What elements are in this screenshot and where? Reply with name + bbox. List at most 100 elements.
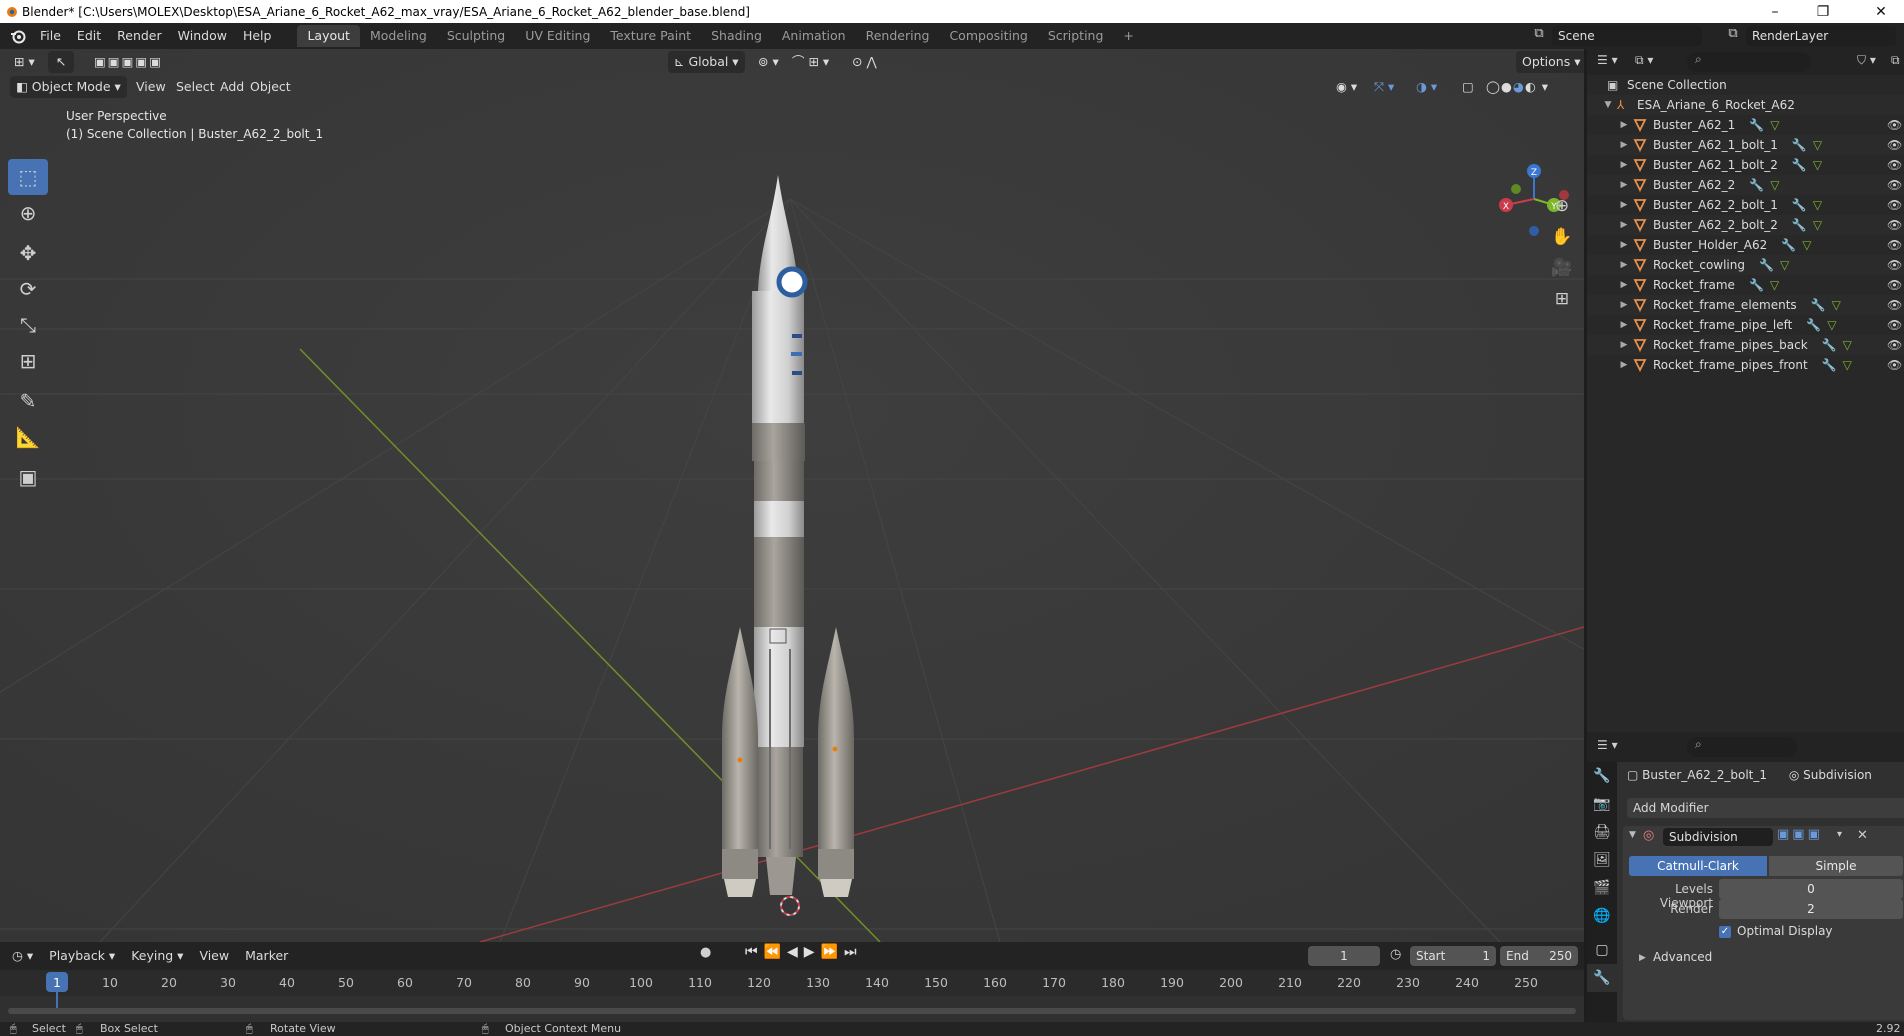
options-dropdown[interactable]: Options ▾: [1516, 51, 1584, 73]
scene-type-icon[interactable]: ⧉: [1528, 26, 1550, 46]
modifier-wrench-icon[interactable]: 🔧: [1749, 178, 1764, 192]
viewport-scene[interactable]: [0, 49, 1584, 942]
tab-modeling[interactable]: Modeling: [360, 25, 437, 47]
render-layer-field[interactable]: RenderLayer: [1746, 26, 1896, 46]
expand-triangle-icon[interactable]: ▶: [1617, 120, 1631, 130]
outliner-item[interactable]: ▶ Rocket_cowling 🔧 ▽ 👁: [1587, 255, 1904, 275]
transform-tool-icon[interactable]: ⊞: [8, 343, 48, 379]
modifier-tab-icon[interactable]: 🔧: [1587, 964, 1617, 992]
outliner-item[interactable]: ▶ Rocket_frame_elements 🔧 ▽ 👁: [1587, 295, 1904, 315]
mesh-data-icon[interactable]: ▽: [1770, 118, 1779, 132]
outliner-item[interactable]: ▶ Rocket_frame_pipe_left 🔧 ▽ 👁: [1587, 315, 1904, 335]
pan-hand-icon[interactable]: ✋: [1545, 223, 1579, 251]
modifier-wrench-icon[interactable]: 🔧: [1749, 278, 1764, 292]
record-icon[interactable]: ●: [700, 945, 711, 960]
tab-layout[interactable]: Layout: [297, 25, 360, 47]
menu-edit[interactable]: Edit: [69, 25, 109, 47]
render-layer-icon[interactable]: ⧉: [1722, 26, 1744, 46]
blender-menu-icon[interactable]: [10, 28, 26, 44]
mesh-data-icon[interactable]: ▽: [1813, 158, 1822, 172]
tab-scripting[interactable]: Scripting: [1038, 25, 1114, 47]
advanced-expand-icon[interactable]: ▶: [1639, 953, 1646, 963]
measure-tool-icon[interactable]: 📐: [8, 419, 48, 455]
add-modifier-dropdown[interactable]: Add Modifier: [1627, 798, 1904, 818]
collapse-triangle-icon[interactable]: ▼: [1601, 100, 1615, 110]
modifier-name-field[interactable]: Subdivision: [1663, 828, 1773, 846]
display-mode-icon[interactable]: ⧉ ▾: [1635, 53, 1653, 68]
tab-texture-paint[interactable]: Texture Paint: [600, 25, 701, 47]
scale-tool-icon[interactable]: ⤡: [8, 307, 48, 343]
outliner-item[interactable]: ▶ Buster_A62_1 🔧 ▽ 👁: [1587, 115, 1904, 135]
modifier-remove-icon[interactable]: ✕: [1857, 828, 1868, 843]
select-mode-icons[interactable]: ▣▣▣▣▣: [88, 51, 169, 73]
menu-help[interactable]: Help: [235, 25, 280, 47]
shading-mode-icons[interactable]: ◯●◕◐ ▾: [1480, 76, 1555, 98]
close-button[interactable]: ✕: [1858, 0, 1904, 23]
start-frame-field[interactable]: Start 1: [1410, 946, 1496, 966]
mesh-data-icon[interactable]: ▽: [1770, 178, 1779, 192]
menu-render[interactable]: Render: [109, 25, 170, 47]
modifier-wrench-icon[interactable]: 🔧: [1792, 198, 1807, 212]
expand-triangle-icon[interactable]: ▶: [1617, 200, 1631, 210]
timeline-editor[interactable]: ◷ ▾ Playback ▾ Keying ▾ View Marker ● ⏮⏪…: [0, 942, 1584, 1022]
outliner-item[interactable]: ▶ Buster_A62_1_bolt_1 🔧 ▽ 👁: [1587, 135, 1904, 155]
scene-tab-icon[interactable]: 🎬: [1587, 874, 1617, 902]
mesh-data-icon[interactable]: ▽: [1843, 358, 1852, 372]
orientation-dropdown[interactable]: ⊾ Global ▾: [668, 51, 745, 73]
expand-triangle-icon[interactable]: ▶: [1617, 180, 1631, 190]
expand-triangle-icon[interactable]: ▶: [1617, 320, 1631, 330]
menu-file[interactable]: File: [32, 25, 69, 47]
outliner-search-input[interactable]: ⌕: [1687, 52, 1811, 72]
end-frame-field[interactable]: End 250: [1500, 946, 1578, 966]
maximize-button[interactable]: ❐: [1800, 0, 1846, 23]
camera-view-icon[interactable]: 🎥: [1545, 254, 1579, 282]
tab-uv-editing[interactable]: UV Editing: [515, 25, 600, 47]
visibility-eye-icon[interactable]: 👁: [1887, 298, 1902, 312]
world-tab-icon[interactable]: 🌐: [1587, 902, 1617, 930]
menu-view[interactable]: View: [130, 76, 172, 98]
expand-triangle-icon[interactable]: ▶: [1617, 280, 1631, 290]
minimize-button[interactable]: –: [1752, 0, 1798, 23]
tab-shading[interactable]: Shading: [701, 25, 772, 47]
visibility-eye-icon[interactable]: 👁: [1887, 118, 1902, 132]
modifier-wrench-icon[interactable]: 🔧: [1792, 138, 1807, 152]
mesh-data-icon[interactable]: ▽: [1813, 198, 1822, 212]
timeline-editor-icon[interactable]: ◷ ▾: [0, 945, 41, 967]
add-workspace-button[interactable]: +: [1113, 25, 1143, 47]
menu-playback[interactable]: Playback ▾: [41, 945, 123, 967]
visibility-eye-icon[interactable]: 👁: [1887, 198, 1902, 212]
mesh-data-icon[interactable]: ▽: [1802, 238, 1811, 252]
select-tool-icon[interactable]: ↖: [48, 51, 74, 73]
editor-type-icon[interactable]: ⊞ ▾: [8, 51, 41, 73]
modifier-wrench-icon[interactable]: 🔧: [1806, 318, 1821, 332]
add-cube-tool-icon[interactable]: ▣: [8, 459, 48, 495]
scene-field[interactable]: Scene: [1552, 26, 1702, 46]
tab-sculpting[interactable]: Sculpting: [437, 25, 515, 47]
mesh-data-icon[interactable]: ▽: [1827, 318, 1836, 332]
visibility-eye-icon[interactable]: 👁: [1887, 318, 1902, 332]
visibility-icon[interactable]: ◉ ▾: [1330, 76, 1363, 98]
menu-window[interactable]: Window: [170, 25, 235, 47]
3d-viewport[interactable]: ⊞ ▾ ↖ ▣▣▣▣▣ ⊾ Global ▾ ⊚ ▾ ⌒ ⊞ ▾ ⊙ ⋀ Opt…: [0, 49, 1584, 942]
mesh-data-icon[interactable]: ▽: [1813, 138, 1822, 152]
levels-viewport-field[interactable]: 0: [1719, 879, 1903, 899]
outliner-item[interactable]: ▶ Buster_Holder_A62 🔧 ▽ 👁: [1587, 235, 1904, 255]
modifier-wrench-icon[interactable]: 🔧: [1781, 238, 1796, 252]
timeline-scrollbar[interactable]: [8, 1008, 1576, 1014]
neg-z-axis-handle[interactable]: [1529, 226, 1539, 236]
perspective-toggle-icon[interactable]: ⊞: [1545, 285, 1579, 313]
object-mode-dropdown[interactable]: ◧ Object Mode ▾: [10, 76, 127, 98]
snap-icon[interactable]: ⌒ ⊞ ▾: [786, 51, 835, 73]
current-frame-field[interactable]: 1: [1308, 946, 1380, 966]
zoom-icon[interactable]: ⊕: [1545, 192, 1579, 220]
proportional-edit-icon[interactable]: ⊙ ⋀: [846, 51, 883, 73]
rotate-tool-icon[interactable]: ⟳: [8, 271, 48, 307]
mesh-data-icon[interactable]: ▽: [1813, 218, 1822, 232]
outliner-item[interactable]: ▶ Rocket_frame 🔧 ▽ 👁: [1587, 275, 1904, 295]
visibility-eye-icon[interactable]: 👁: [1887, 138, 1902, 152]
outliner-item[interactable]: ▶ Buster_A62_2 🔧 ▽ 👁: [1587, 175, 1904, 195]
mesh-data-icon[interactable]: ▽: [1770, 278, 1779, 292]
tab-compositing[interactable]: Compositing: [939, 25, 1037, 47]
output-tab-icon[interactable]: 🖨: [1587, 818, 1617, 846]
mesh-data-icon[interactable]: ▽: [1780, 258, 1789, 272]
